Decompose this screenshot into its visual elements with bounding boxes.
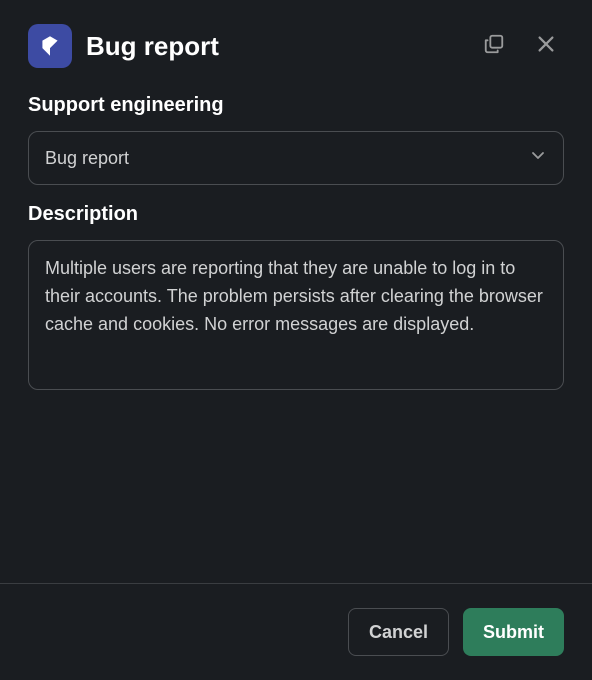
modal-content: Support engineering Bug report Descripti… <box>0 86 592 583</box>
cancel-button[interactable]: Cancel <box>348 608 449 656</box>
new-window-icon <box>483 33 505 60</box>
modal-title: Bug report <box>86 31 462 62</box>
category-select[interactable]: Bug report <box>28 131 564 185</box>
modal-footer: Cancel Submit <box>0 583 592 680</box>
description-textarea[interactable] <box>28 240 564 390</box>
close-button[interactable] <box>528 28 564 64</box>
close-icon <box>535 33 557 60</box>
bug-report-modal: Bug report Support <box>0 0 592 680</box>
category-label: Support engineering <box>28 94 564 117</box>
submit-button[interactable]: Submit <box>463 608 564 656</box>
new-window-button[interactable] <box>476 28 512 64</box>
header-actions <box>476 28 564 64</box>
description-label: Description <box>28 203 564 226</box>
modal-header: Bug report <box>0 0 592 86</box>
app-icon <box>28 24 72 68</box>
category-select-wrap: Bug report <box>28 131 564 185</box>
